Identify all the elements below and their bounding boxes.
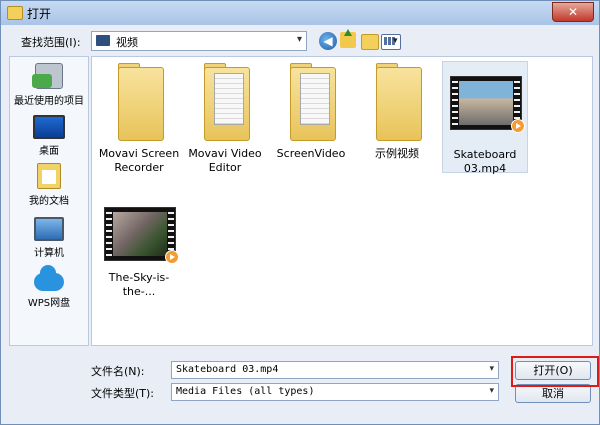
cloud-drive-icon — [34, 265, 64, 291]
sidebar-item-desktop[interactable]: 桌面 — [10, 115, 88, 157]
file-name-label: 文件名(N): — [91, 365, 145, 378]
documents-icon — [37, 163, 61, 189]
file-item-video-selected[interactable]: Skateboard 03.mp4 — [442, 61, 528, 175]
file-item-folder[interactable]: Movavi Video Editor — [182, 61, 268, 175]
chevron-down-icon[interactable]: ▾ — [489, 364, 494, 374]
chevron-down-icon[interactable]: ▾ — [297, 34, 302, 45]
sidebar-item-wps-cloud[interactable]: WPS网盘 — [10, 265, 88, 309]
file-name: The-Sky-is-the-... — [108, 271, 170, 298]
chevron-down-icon[interactable]: ▾ — [489, 386, 494, 396]
look-in-value: 视频 — [116, 36, 138, 49]
sidebar-item-computer[interactable]: 计算机 — [10, 217, 88, 259]
window-title: 打开 — [27, 7, 52, 21]
file-item-folder[interactable]: Movavi Screen Recorder — [96, 61, 182, 175]
play-icon — [511, 119, 525, 133]
computer-icon — [34, 217, 64, 241]
sidebar-item-label: 计算机 — [34, 248, 64, 259]
file-list: Movavi Screen Recorder Movavi Video Edit… — [91, 56, 593, 346]
file-name: 示例视频 — [375, 147, 419, 160]
document-preview-icon — [214, 73, 244, 125]
sidebar-item-label: 我的文档 — [29, 196, 69, 207]
file-name-input[interactable]: Skateboard 03.mp4 ▾ — [171, 361, 499, 379]
file-type-value: Media Files (all types) — [176, 386, 315, 397]
sidebar-item-label: 最近使用的项目 — [14, 96, 84, 107]
video-thumbnail — [450, 76, 525, 133]
file-name: Skateboard 03.mp4 — [453, 148, 517, 175]
look-in-label: 查找范围(I): — [21, 36, 81, 49]
file-type-select[interactable]: Media Files (all types) ▾ — [171, 383, 499, 401]
file-name: Movavi Video Editor — [188, 147, 262, 174]
back-button[interactable]: ◀ — [319, 32, 337, 50]
view-dropdown-arrow-icon[interactable]: ▾ — [393, 36, 398, 46]
file-item-video[interactable]: The-Sky-is-the-... — [96, 203, 182, 299]
recent-items-icon — [32, 63, 63, 89]
folder-icon — [7, 6, 23, 20]
document-preview-icon — [300, 73, 330, 125]
file-type-label: 文件类型(T): — [91, 387, 155, 400]
video-thumbnail — [104, 207, 179, 264]
look-in-combobox[interactable]: 视频 ▾ — [91, 31, 307, 51]
sidebar-item-documents[interactable]: 我的文档 — [10, 163, 88, 207]
desktop-icon — [33, 115, 65, 139]
file-name-value: Skateboard 03.mp4 — [176, 364, 279, 375]
places-sidebar: 最近使用的项目 桌面 我的文档 计算机 WPS网盘 — [9, 56, 89, 346]
new-folder-button[interactable] — [361, 34, 379, 50]
file-item-folder[interactable]: 示例视频 — [354, 61, 440, 161]
open-button-highlight — [511, 356, 599, 387]
title-bar: 打开 ✕ — [1, 1, 599, 25]
file-name: Movavi Screen Recorder — [98, 147, 180, 174]
file-name: ScreenVideo — [276, 147, 346, 160]
open-file-dialog: 打开 ✕ 查找范围(I): 视频 ▾ ◀ ▾ 最近使用的项目 桌面 我的文档 计… — [0, 0, 600, 425]
sidebar-item-label: WPS网盘 — [27, 298, 71, 309]
sidebar-item-label: 桌面 — [39, 146, 59, 157]
video-folder-icon — [96, 35, 110, 46]
file-item-folder[interactable]: ScreenVideo — [268, 61, 354, 161]
folder-icon — [376, 67, 422, 141]
view-menu-button[interactable] — [381, 34, 401, 50]
up-folder-button[interactable] — [340, 29, 356, 48]
folder-icon — [118, 67, 164, 141]
close-button[interactable]: ✕ — [552, 2, 594, 22]
sidebar-item-recent[interactable]: 最近使用的项目 — [10, 63, 88, 107]
play-icon — [165, 250, 179, 264]
